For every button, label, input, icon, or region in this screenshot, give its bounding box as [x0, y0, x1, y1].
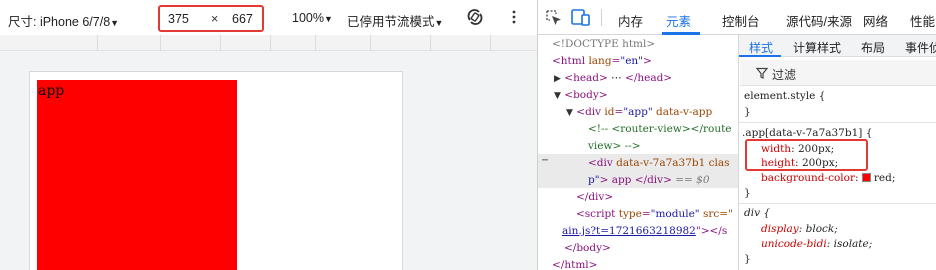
device-toggle-icon[interactable]: [571, 9, 590, 26]
tab-elements[interactable]: 元素: [666, 11, 691, 30]
chevron-down-icon: ▼: [434, 18, 444, 28]
tab-styles[interactable]: 样式: [749, 39, 773, 56]
div-selected-node[interactable]: <div data-v-7a7a37b1 clas: [588, 157, 730, 169]
filter-icon: [756, 67, 768, 79]
devtools-tabbar: 内存 元素 控制台 源代码/来源 网络 性能: [538, 0, 936, 35]
device-toolbar: 尺寸: iPhone 6/7/8▼ 375 × 667 100%▼ 已停用节流模…: [0, 0, 537, 35]
tab-layout[interactable]: 布局: [861, 39, 885, 56]
caret-down-icon[interactable]: ▼: [554, 91, 561, 101]
close-brace: }: [744, 106, 751, 118]
zoom-select[interactable]: 100%▼: [292, 11, 333, 25]
body-close-tag[interactable]: </body>: [564, 242, 611, 254]
tab-event-listeners[interactable]: 事件侦: [905, 39, 936, 56]
div-app-node[interactable]: ▼ <div id="app" data-v-app: [566, 106, 712, 118]
tab-performance[interactable]: 性能: [910, 11, 935, 30]
body-node[interactable]: ▼ <body>: [554, 89, 608, 101]
comment-node-cont: view> -->: [588, 140, 641, 152]
tab-memory[interactable]: 内存: [618, 11, 643, 30]
comment-node[interactable]: <!-- <router-view></route: [588, 123, 732, 135]
viewport-size-group: 375 × 667: [158, 5, 264, 32]
rule-divider: [739, 203, 936, 204]
caret-down-icon[interactable]: ▼: [566, 108, 573, 118]
ua-rule-selector[interactable]: div {: [744, 207, 770, 219]
div-close-tag[interactable]: </div>: [576, 191, 613, 203]
throttle-select[interactable]: 已停用节流模式▼: [347, 11, 443, 30]
app-text: app: [38, 83, 65, 99]
close-brace: }: [744, 187, 751, 199]
element-style-selector[interactable]: element.style {: [744, 90, 825, 102]
script-src-link[interactable]: ain.js?t=1721663218982: [562, 225, 696, 237]
background-declaration[interactable]: background-color: red;: [761, 172, 895, 184]
display-declaration: display: block;: [761, 223, 838, 235]
doctype-node[interactable]: <!DOCTYPE html>: [552, 38, 655, 50]
height-declaration[interactable]: height: 200px;: [761, 157, 838, 169]
unicode-bidi-declaration: unicode-bidi: isolate;: [761, 238, 873, 250]
styles-filter-input[interactable]: 过滤: [740, 60, 936, 86]
tab-computed[interactable]: 计算样式: [793, 39, 841, 56]
tab-network[interactable]: 网络: [863, 11, 888, 30]
rule-selector[interactable]: .app[data-v-7a7a37b1] {: [742, 127, 872, 139]
html-node[interactable]: <html lang="en">: [552, 55, 652, 67]
script-node[interactable]: <script type="module" src=": [576, 208, 733, 220]
color-swatch[interactable]: [861, 173, 871, 182]
active-tab-indicator: [739, 55, 781, 57]
tab-sources[interactable]: 源代码/来源: [786, 11, 852, 30]
media-query-bar: [0, 35, 537, 51]
device-screen: app: [29, 71, 403, 270]
times-label: ×: [211, 12, 219, 26]
head-node[interactable]: ▶ <head> ⋯ </head>: [554, 72, 672, 84]
node-actions-icon[interactable]: ⋯: [542, 155, 548, 166]
caret-right-icon[interactable]: ▶: [554, 74, 561, 84]
html-close-tag[interactable]: </html>: [552, 259, 597, 270]
div-selected-node-cont: p"> app </div> == $0: [588, 174, 710, 186]
viewport-height-input[interactable]: 667: [232, 12, 253, 26]
styles-tabbar: 样式 计算样式 布局 事件侦: [739, 35, 936, 57]
rotate-icon[interactable]: [466, 8, 484, 26]
rule-divider: [739, 122, 936, 123]
device-select[interactable]: 尺寸: iPhone 6/7/8▼: [8, 11, 119, 30]
app-box[interactable]: app: [37, 80, 237, 270]
inspect-element-icon[interactable]: [546, 10, 562, 26]
chevron-down-icon: ▼: [323, 14, 333, 24]
toolbar-divider: [601, 9, 602, 26]
chevron-down-icon: ▼: [110, 18, 120, 28]
width-declaration[interactable]: width: 200px;: [761, 143, 834, 155]
elements-tree: ⋯ <!DOCTYPE html> <html lang="en"> ▶ <he…: [538, 35, 738, 270]
close-brace: }: [744, 253, 751, 265]
viewport-width-input[interactable]: 375: [168, 12, 189, 26]
more-vertical-icon[interactable]: [511, 9, 517, 25]
devtools-panel: 内存 元素 控制台 源代码/来源 网络 性能 ⋯ <!DOCTYPE html>…: [537, 0, 936, 270]
device-viewport: app: [0, 51, 537, 270]
filter-placeholder: 过滤: [772, 68, 797, 82]
styles-pane: 样式 计算样式 布局 事件侦 过滤 element.style { } .app…: [738, 35, 936, 270]
script-node-cont: ain.js?t=1721663218982"></s: [562, 225, 728, 237]
tab-console[interactable]: 控制台: [722, 11, 760, 30]
